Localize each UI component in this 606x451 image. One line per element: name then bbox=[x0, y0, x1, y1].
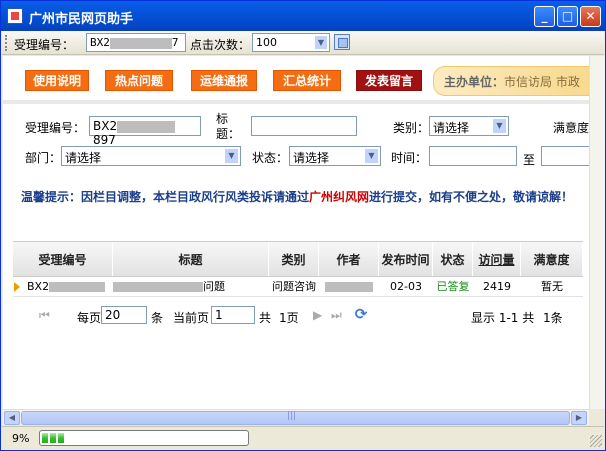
toolbar-id-field[interactable]: BX2 7 bbox=[86, 33, 186, 52]
form-id-input[interactable]: BX2897 bbox=[89, 116, 201, 147]
masked-text bbox=[117, 120, 176, 133]
scroll-right-icon[interactable]: ▶ bbox=[571, 411, 587, 425]
form-title-label: 标题： bbox=[216, 112, 241, 141]
progress-block bbox=[58, 433, 64, 443]
progress-fill bbox=[42, 433, 246, 443]
pager-summary: 显示 1-1 共 bbox=[471, 311, 535, 325]
row-marker-icon bbox=[14, 282, 20, 292]
close-button[interactable]: ✕ bbox=[580, 6, 601, 27]
progress-block bbox=[50, 433, 56, 443]
nav-button-help[interactable]: 使用说明 bbox=[25, 70, 89, 91]
header-title[interactable]: 标题 bbox=[113, 242, 269, 276]
host-label: 主办单位： bbox=[444, 75, 505, 89]
cell-author bbox=[319, 277, 379, 297]
chevron-down-icon[interactable]: ▼ bbox=[314, 35, 328, 50]
pager-summary-count: 1条 bbox=[543, 311, 563, 325]
masked-text bbox=[49, 282, 106, 292]
cell-satisfaction: 暂无 bbox=[541, 280, 563, 293]
cell-title[interactable]: 问题 bbox=[113, 277, 269, 297]
progress-block bbox=[42, 433, 48, 443]
first-page-icon[interactable]: ⏮ bbox=[39, 308, 50, 323]
current-page-input[interactable]: 1 bbox=[211, 306, 255, 324]
app-window: 广州市民网页助手 _ □ ✕ 受理编号： BX2 7 点击次数： 100 ▼ 使用说… bbox=[0, 0, 606, 451]
form-category-label: 类别： bbox=[393, 121, 430, 135]
table-header: 受理编号 标题 类别 作者 发布时间 状态 访问量 满意度 bbox=[13, 241, 583, 277]
picture-icon[interactable] bbox=[334, 34, 350, 50]
header-author[interactable]: 作者 bbox=[319, 242, 379, 276]
form-dept-label: 部门： bbox=[25, 151, 62, 165]
form-time-label: 时间： bbox=[391, 151, 428, 165]
current-page-label: 当前页 bbox=[173, 311, 210, 325]
next-page-icon[interactable]: ▶ bbox=[313, 308, 322, 322]
category-select[interactable]: 请选择 ▼ bbox=[429, 116, 509, 136]
toolbar-clicks-label: 点击次数： bbox=[190, 38, 251, 52]
resize-grip-icon[interactable] bbox=[590, 435, 602, 447]
cell-id[interactable]: BX2 bbox=[27, 277, 113, 297]
host-banner: 主办单位：市信访局 市政 bbox=[433, 66, 589, 96]
nav-button-hot-issues[interactable]: 热点问题 bbox=[105, 70, 173, 91]
nav-button-ops-notice[interactable]: 运维通报 bbox=[191, 70, 257, 91]
cell-date: 02-03 bbox=[390, 280, 422, 293]
divider bbox=[3, 100, 589, 104]
form-title-input[interactable] bbox=[251, 116, 357, 136]
cell-status: 已答复 bbox=[436, 280, 470, 293]
host-value: 市信访局 市政 bbox=[504, 75, 580, 89]
form-satisfaction-label: 满意度 bbox=[553, 121, 589, 135]
scroll-corner bbox=[589, 409, 605, 425]
time-start-input[interactable] bbox=[429, 146, 517, 166]
app-icon bbox=[7, 8, 23, 24]
form-status-label: 状态： bbox=[252, 151, 289, 165]
nav-button-post-message[interactable]: 发表留言 bbox=[356, 70, 422, 91]
status-select[interactable]: 请选择 ▼ bbox=[289, 146, 381, 166]
toolbar-id-label: 受理编号： bbox=[14, 38, 75, 52]
clicks-combo[interactable]: 100 ▼ bbox=[252, 33, 330, 52]
total-pages: 1页 bbox=[279, 311, 299, 325]
progress-percent: 9% bbox=[12, 432, 30, 445]
nav-button-statistics[interactable]: 汇总统计 bbox=[273, 70, 341, 91]
minimize-button[interactable]: _ bbox=[534, 6, 555, 27]
masked-text bbox=[109, 37, 172, 49]
window-title: 广州市民网页助手 bbox=[29, 12, 134, 27]
form-id-label: 受理编号： bbox=[25, 121, 86, 135]
scroll-thumb[interactable] bbox=[21, 411, 570, 425]
chevron-down-icon[interactable]: ▼ bbox=[224, 148, 239, 164]
form-to-label: 至 bbox=[523, 153, 536, 167]
web-content: 使用说明 热点问题 运维通报 汇总统计 发表留言 主办单位：市信访局 市政 受理… bbox=[3, 56, 589, 409]
title-bar[interactable]: 广州市民网页助手 _ □ ✕ bbox=[1, 1, 605, 31]
header-satisfaction[interactable]: 满意度 bbox=[521, 242, 583, 276]
notice-link[interactable]: 广州纠风网 bbox=[309, 190, 369, 204]
chevron-down-icon[interactable]: ▼ bbox=[364, 148, 379, 164]
horizontal-scrollbar[interactable]: ◀ ▶ bbox=[3, 409, 589, 425]
cell-category: 问题咨询 bbox=[272, 280, 316, 293]
scroll-left-icon[interactable]: ◀ bbox=[4, 411, 20, 425]
header-date[interactable]: 发布时间 bbox=[379, 242, 433, 276]
pager: ⏮ 每页 20 条 当前页 1 共 1页 ▶ ⏭ ⟳ 显示 1-1 共 1条 bbox=[13, 304, 583, 328]
status-bar: 9% bbox=[2, 426, 604, 450]
table-row[interactable]: BX2 问题 问题咨询 02-03 已答复 2419 暂无 bbox=[13, 277, 583, 297]
cell-visits: 2419 bbox=[483, 280, 511, 293]
notice-text: 温馨提示：因栏目调整，本栏目政风行风类投诉请通过广州纠风网进行提交，如有不便之处… bbox=[20, 190, 574, 204]
header-id[interactable]: 受理编号 bbox=[13, 242, 113, 276]
time-end-input[interactable] bbox=[541, 146, 589, 166]
chevron-down-icon[interactable]: ▼ bbox=[492, 118, 507, 134]
toolbar-grip-icon[interactable] bbox=[5, 35, 8, 51]
per-page-input[interactable]: 20 bbox=[101, 306, 147, 324]
masked-text bbox=[325, 282, 373, 292]
maximize-button[interactable]: □ bbox=[557, 6, 578, 27]
per-page-label: 每页 bbox=[77, 311, 102, 325]
header-category[interactable]: 类别 bbox=[269, 242, 319, 276]
refresh-icon[interactable]: ⟳ bbox=[353, 306, 369, 322]
progress-bar bbox=[39, 430, 249, 446]
last-page-icon[interactable]: ⏭ bbox=[331, 308, 342, 323]
header-status[interactable]: 状态 bbox=[433, 242, 473, 276]
toolbar: 受理编号： BX2 7 点击次数： 100 ▼ bbox=[2, 31, 604, 55]
results-table: 受理编号 标题 类别 作者 发布时间 状态 访问量 满意度 BX2 问题 问题咨… bbox=[13, 241, 583, 297]
total-label: 共 bbox=[259, 311, 272, 325]
per-page-unit: 条 bbox=[151, 311, 164, 325]
masked-text bbox=[113, 282, 203, 292]
dept-select[interactable]: 请选择 ▼ bbox=[61, 146, 241, 166]
vertical-scrollbar[interactable] bbox=[589, 56, 605, 409]
header-visits[interactable]: 访问量 bbox=[473, 242, 521, 276]
